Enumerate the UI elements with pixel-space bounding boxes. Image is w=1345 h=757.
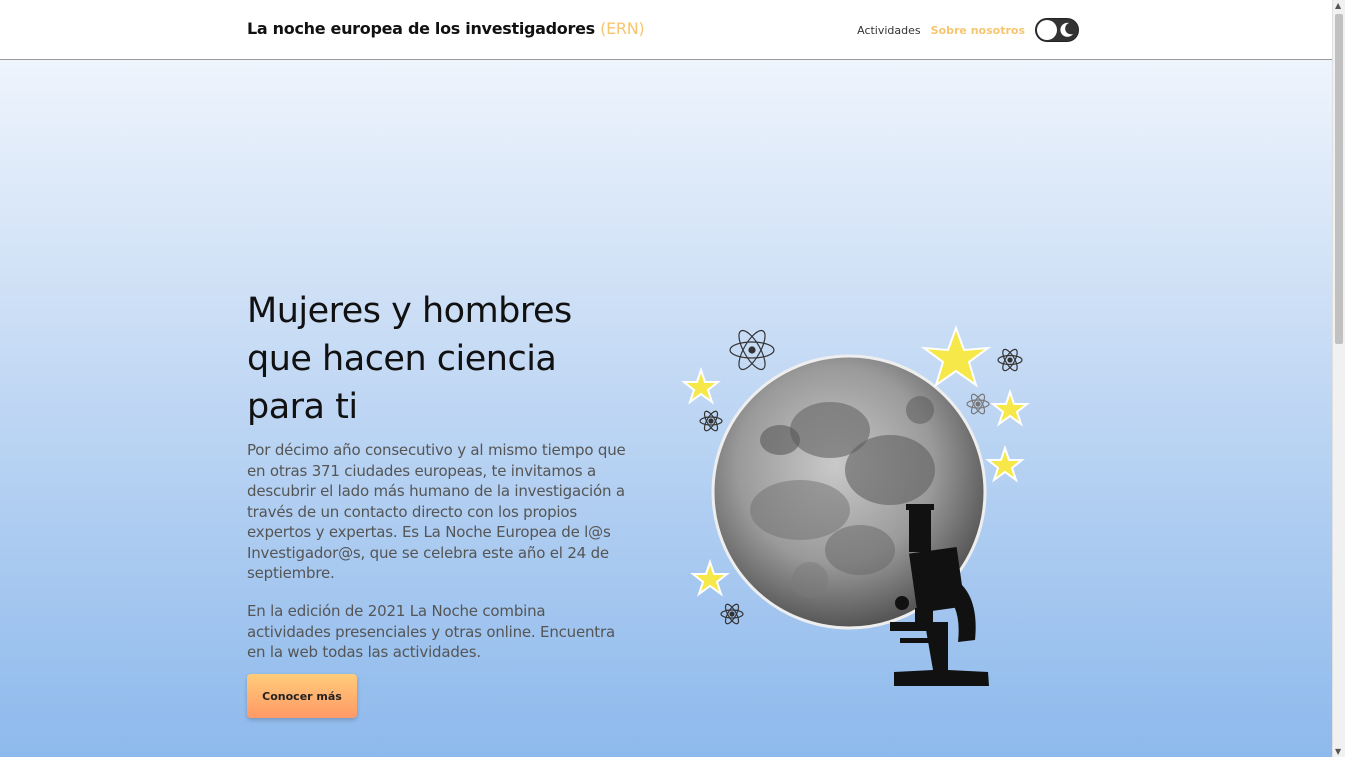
- top-navbar: La noche europea de los investigadores (…: [0, 0, 1333, 60]
- hero-section: [0, 60, 1333, 757]
- nav-actividades[interactable]: Actividades: [857, 24, 921, 37]
- site-title-text: La noche europea de los investigadores: [247, 19, 595, 38]
- conocer-mas-button[interactable]: Conocer más: [247, 674, 357, 718]
- dark-mode-toggle[interactable]: [1035, 18, 1079, 42]
- hero-paragraph-1: Por décimo año consecutivo y al mismo ti…: [247, 441, 626, 582]
- main-nav: Actividades Sobre nosotros: [857, 18, 1079, 42]
- nav-sobre-nosotros[interactable]: Sobre nosotros: [931, 24, 1025, 37]
- hero-paragraph-2: En la edición de 2021 La Noche combina a…: [247, 602, 615, 661]
- site-title[interactable]: La noche europea de los investigadores (…: [247, 19, 645, 38]
- scrollbar-thumb[interactable]: [1335, 14, 1343, 344]
- toggle-knob: [1037, 20, 1057, 40]
- moon-icon: [1060, 22, 1073, 37]
- hero-title: Mujeres y hombres que hacen ciencia para…: [247, 291, 572, 427]
- page-scrollbar[interactable]: ▲ ▼: [1332, 0, 1345, 757]
- site-title-accent: (ERN): [600, 19, 645, 38]
- scroll-up-icon[interactable]: ▲: [1335, 1, 1341, 10]
- scroll-down-icon[interactable]: ▼: [1335, 747, 1341, 756]
- hero-illustration: [681, 325, 1030, 686]
